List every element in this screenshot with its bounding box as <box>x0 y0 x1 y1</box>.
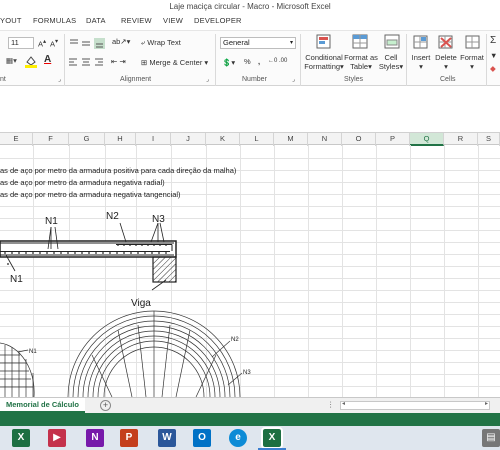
formula-bar-area <box>0 86 500 132</box>
group-label-cells: Cells <box>440 76 456 83</box>
insert-button[interactable]: Insert ▾ <box>410 53 432 71</box>
tab-scroll-icon[interactable]: ⋮ <box>327 400 335 409</box>
label-n2: N2 <box>106 211 119 222</box>
status-bar <box>0 413 500 426</box>
taskbar: X ▶ N P W O e X ▤ <box>0 426 500 450</box>
cell-styles-button[interactable]: Cell Styles▾ <box>378 53 404 71</box>
excel-taskbar-icon[interactable]: X <box>12 429 30 447</box>
label-viga: Viga <box>131 298 151 309</box>
wrap-text-label: Wrap Text <box>147 38 181 47</box>
insert-label: Insert <box>411 53 431 62</box>
label-n1-circle: N1 <box>29 349 37 355</box>
group-label-alignment: Alignment <box>120 76 152 83</box>
word-taskbar-icon[interactable]: W <box>158 429 176 447</box>
ribbon-separator <box>406 34 407 86</box>
ribbon-separator <box>300 34 301 86</box>
merge-center-label: Merge & Center <box>149 58 203 67</box>
onenote-taskbar-icon[interactable]: N <box>86 429 104 447</box>
comma-style-button[interactable]: , <box>258 57 260 66</box>
font-size-select[interactable]: 11 <box>8 37 34 49</box>
number-launcher-icon[interactable]: ⌟ <box>292 76 295 83</box>
ribbon-separator <box>64 34 65 86</box>
ribbon-separator <box>215 34 216 86</box>
font-color-icon[interactable]: A <box>44 54 51 65</box>
top-align-icons[interactable] <box>68 37 108 51</box>
excel-active-taskbar-icon[interactable]: X <box>261 427 283 449</box>
tab-developer[interactable]: DEVELOPER <box>194 16 242 25</box>
cs-label-1: Cell <box>384 53 398 62</box>
borders-icon[interactable]: ▦▾ <box>6 56 17 65</box>
cf-label-1: Conditional <box>305 53 343 62</box>
label-n3: N3 <box>152 214 165 225</box>
conditional-formatting-button[interactable]: Conditional Formatting▾ <box>304 53 344 71</box>
decimal-icons[interactable]: ←0 .00 <box>268 58 287 64</box>
cs-label-2: Styles▾ <box>378 62 404 71</box>
number-format-select[interactable]: General ▾ <box>220 37 296 49</box>
label-n1: N1 <box>45 216 58 227</box>
font-launcher-icon[interactable]: ⌟ <box>58 76 61 83</box>
tab-page-layout[interactable]: YOUT <box>0 16 22 25</box>
label-n2-circle: N2 <box>231 337 239 343</box>
merge-center-button[interactable]: ⊞ Merge & Center ▾ <box>141 58 208 67</box>
sheet-tab-bar: Memorial de Cálculo + ⋮ ◂ ▸ <box>0 397 500 413</box>
edge-taskbar-icon[interactable]: e <box>229 429 247 447</box>
format-cells-icon <box>465 35 480 49</box>
slab-section <box>0 222 177 291</box>
delete-cells-icon <box>438 35 453 49</box>
indent-icons[interactable]: ⇤ ⇥ <box>111 57 126 66</box>
horizontal-scrollbar[interactable]: ◂ ▸ <box>340 401 490 410</box>
shrink-font-icon[interactable]: A▾ <box>50 38 58 49</box>
stream-taskbar-icon[interactable]: ▶ <box>48 429 66 447</box>
format-button[interactable]: Format ▾ <box>459 53 485 71</box>
ribbon-tabs: YOUT FORMULAS DATA REVIEW VIEW DEVELOPER <box>0 14 500 30</box>
window-title: Laje maciça circular - Macro - Microsoft… <box>0 0 500 14</box>
autosum-icon[interactable]: Σ <box>490 35 496 46</box>
tray-icon[interactable]: ▤ <box>482 429 500 447</box>
tab-view[interactable]: VIEW <box>163 16 183 25</box>
dropdown-arrow-icon: ▾ <box>289 40 293 46</box>
fat-label-2: Table▾ <box>350 62 372 71</box>
column-headers: E F G H I J K L M N O P Q R S <box>0 132 500 146</box>
format-as-table-button[interactable]: Format as Table▾ <box>344 53 378 71</box>
group-label-font: nt <box>0 76 6 83</box>
group-label-number: Number <box>242 76 267 83</box>
format-as-table-icon <box>352 34 368 49</box>
delete-label: Delete <box>435 53 457 62</box>
fill-color-icon[interactable] <box>24 54 38 68</box>
wrap-text-button[interactable]: ⤶ Wrap Text <box>141 38 181 48</box>
label-n1-bottom: N1 <box>10 274 23 285</box>
scroll-right-icon[interactable]: ▸ <box>485 400 488 407</box>
group-label-styles: Styles <box>344 76 364 83</box>
powerpoint-taskbar-icon[interactable]: P <box>120 429 138 447</box>
cell-styles-icon <box>384 34 400 49</box>
concentric-rings <box>67 310 243 397</box>
horizontal-align-icons[interactable] <box>68 57 108 69</box>
sheet-tab-memorial[interactable]: Memorial de Cálculo <box>0 398 85 413</box>
label-n3-circle: N3 <box>243 370 251 376</box>
alignment-launcher-icon[interactable]: ⌟ <box>206 76 209 83</box>
add-sheet-icon[interactable]: + <box>100 400 111 411</box>
outlook-taskbar-icon[interactable]: O <box>193 429 211 447</box>
fill-icon[interactable]: ▼ <box>490 51 497 60</box>
fat-label-1: Format as <box>344 53 378 62</box>
cf-label-2: Formatting▾ <box>304 62 344 71</box>
accounting-format-icon[interactable]: 💲▾ <box>222 58 235 67</box>
number-format-value: General <box>223 38 250 47</box>
insert-cells-icon <box>413 35 428 49</box>
percent-style-button[interactable]: % <box>244 57 251 66</box>
tab-data[interactable]: DATA <box>86 16 106 25</box>
tab-formulas[interactable]: FORMULAS <box>33 16 76 25</box>
ribbon: 11 A▴ A▾ ▦▾ A nt ⌟ ab↗▾ ⤶ Wrap Text ⇤ ⇥ … <box>0 30 500 86</box>
tab-review[interactable]: REVIEW <box>121 16 152 25</box>
ribbon-separator <box>486 34 487 86</box>
grow-font-icon[interactable]: A▴ <box>38 38 46 49</box>
orientation-icon[interactable]: ab↗▾ <box>112 37 130 46</box>
clear-icon[interactable]: ◆ <box>490 64 496 73</box>
conditional-formatting-icon <box>316 34 331 49</box>
scroll-left-icon[interactable]: ◂ <box>342 400 345 407</box>
delete-button[interactable]: Delete ▾ <box>433 53 459 71</box>
format-label: Format <box>460 53 484 62</box>
slab-drawing[interactable]: N1 N2 N3 N1 Viga N1 N2 N3 <box>0 145 500 397</box>
